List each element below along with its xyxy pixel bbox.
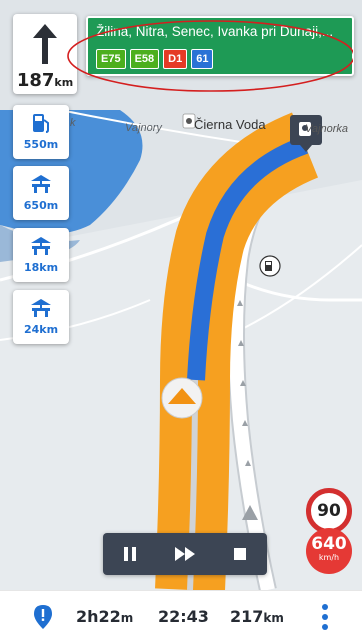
pause-button[interactable] xyxy=(115,539,145,569)
remaining-duration: 2h22m xyxy=(76,607,134,626)
arrival-time: 22:43 xyxy=(158,607,209,626)
rest-area-icon xyxy=(31,299,51,317)
current-speed-indicator: 640 km/h xyxy=(306,528,352,574)
next-maneuver-card[interactable]: 187km xyxy=(13,14,77,94)
route-badge: E58 xyxy=(129,49,160,69)
fuel-station-icon xyxy=(33,114,49,133)
map-label-vajnorka: Vajnorka xyxy=(305,123,349,135)
vehicle-position-marker xyxy=(161,377,203,419)
destination-pin-icon xyxy=(34,605,52,629)
signpost-destinations: Žilina, Nitra, Senec, Ivanka pri Dunaji,… xyxy=(96,24,334,39)
route-badge: D1 xyxy=(163,49,188,69)
straight-arrow-icon xyxy=(33,24,57,64)
trip-info-bar[interactable]: 2h22m 22:43 217km xyxy=(0,590,362,643)
route-badges: E75 E58 D1 61 xyxy=(96,49,214,69)
map-label-cierna-voda: Čierna Voda xyxy=(194,117,266,132)
signpost-panel[interactable]: Žilina, Nitra, Senec, Ivanka pri Dunaji,… xyxy=(86,16,354,76)
map-label-partial: k xyxy=(70,117,76,129)
maneuver-distance: 187km xyxy=(16,70,74,91)
route-badge: E75 xyxy=(96,49,126,69)
map-label-vajnory: Vajnory xyxy=(125,122,162,134)
fast-forward-button[interactable] xyxy=(170,539,200,569)
fast-forward-icon xyxy=(174,547,195,561)
rest-area-icon xyxy=(31,175,51,193)
poi-item-rest-area[interactable]: 650m xyxy=(13,166,69,220)
stop-icon xyxy=(233,548,246,560)
stop-button[interactable] xyxy=(225,539,255,569)
fuel-poi-marker xyxy=(259,255,281,277)
poi-item-rest-area[interactable]: 18km xyxy=(13,228,69,282)
simulation-playback-bar xyxy=(103,533,267,575)
more-options-icon[interactable] xyxy=(315,603,335,631)
remaining-distance: 217km xyxy=(230,607,284,626)
poi-item-rest-area[interactable]: 24km xyxy=(13,290,69,344)
rest-area-icon xyxy=(31,237,51,255)
poi-item-fuel[interactable]: 550m xyxy=(13,105,69,159)
pause-icon xyxy=(124,547,137,561)
route-badge: 61 xyxy=(191,49,214,69)
